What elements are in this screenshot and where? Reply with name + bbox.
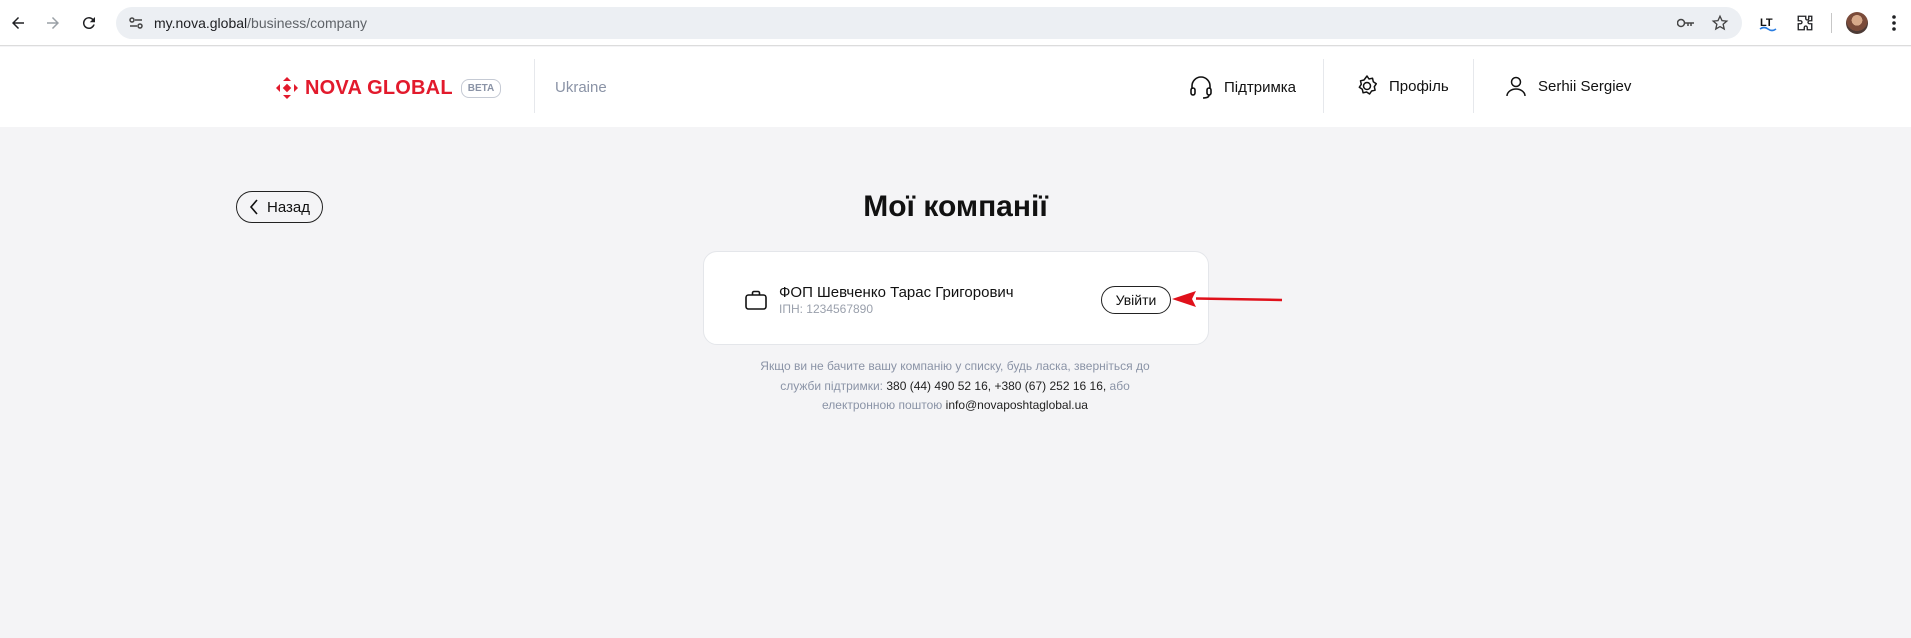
login-button[interactable]: Увійти bbox=[1101, 286, 1171, 314]
company-name: ФОП Шевченко Тарас Григорович bbox=[779, 284, 1014, 301]
header-divider bbox=[534, 59, 535, 113]
user-name: Serhii Sergiev bbox=[1538, 77, 1632, 95]
extensions-puzzle-icon[interactable] bbox=[1793, 11, 1817, 35]
profile-link[interactable]: Профіль bbox=[1355, 74, 1449, 98]
header-divider bbox=[1323, 59, 1324, 113]
company-inn: ІПН: 1234567890 bbox=[779, 302, 874, 316]
company-card: ФОП Шевченко Тарас Григорович ІПН: 12345… bbox=[703, 251, 1209, 345]
red-arrow-annotation bbox=[1172, 291, 1283, 307]
site-settings-icon[interactable] bbox=[126, 13, 146, 33]
user-icon bbox=[1506, 76, 1526, 97]
support-phones[interactable]: 380 (44) 490 52 16, +380 (67) 252 16 16, bbox=[886, 379, 1106, 393]
brand-name: NOVA GLOBAL bbox=[305, 76, 453, 99]
header-divider bbox=[1473, 59, 1474, 113]
support-label: Підтримка bbox=[1224, 78, 1297, 96]
site-header: NOVA GLOBAL BETA Ukraine Підтримка Профі… bbox=[0, 47, 1911, 127]
support-email-link[interactable]: info@novaposhtaglobal.ua bbox=[946, 398, 1088, 412]
key-icon[interactable] bbox=[1676, 13, 1696, 33]
forward-arrow-icon[interactable] bbox=[40, 10, 66, 36]
gear-icon bbox=[1358, 75, 1378, 95]
country-label: Ukraine bbox=[555, 79, 607, 96]
bookmark-star-icon[interactable] bbox=[1710, 13, 1730, 33]
address-bar[interactable]: my.nova.global/business/company bbox=[116, 7, 1742, 39]
url-text: my.nova.global/business/company bbox=[154, 15, 367, 31]
translate-extension-icon[interactable]: LT bbox=[1756, 11, 1780, 35]
headset-icon bbox=[1190, 76, 1212, 99]
nova-logo-icon bbox=[275, 76, 299, 100]
brand-logo[interactable]: NOVA GLOBAL BETA bbox=[275, 76, 502, 100]
support-link[interactable]: Підтримка bbox=[1188, 74, 1296, 100]
url-path: /business/company bbox=[247, 15, 367, 31]
page-title: Мої компанії bbox=[863, 190, 1048, 223]
toolbar-divider bbox=[1831, 13, 1832, 33]
chrome-menu-icon[interactable] bbox=[1882, 11, 1906, 35]
briefcase-icon bbox=[745, 290, 767, 310]
browser-toolbar: my.nova.global/business/company LT bbox=[0, 0, 1911, 46]
reload-icon[interactable] bbox=[76, 10, 102, 36]
url-host: my.nova.global bbox=[154, 15, 248, 31]
support-help-text: Якщо ви не бачите вашу компанію у списку… bbox=[745, 357, 1165, 416]
beta-badge: BETA bbox=[460, 78, 502, 98]
back-arrow-icon[interactable] bbox=[5, 10, 31, 36]
user-menu[interactable]: Serhii Sergiev bbox=[1504, 74, 1631, 98]
profile-label: Профіль bbox=[1389, 77, 1449, 95]
chrome-profile-avatar[interactable] bbox=[1846, 12, 1868, 34]
